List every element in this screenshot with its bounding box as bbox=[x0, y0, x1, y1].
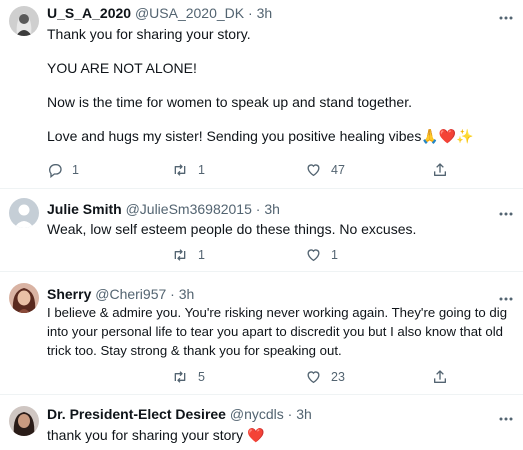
retweet-icon bbox=[174, 164, 186, 176]
tweet-text: thank you for sharing your story ❤️ bbox=[47, 424, 511, 446]
avatar[interactable] bbox=[9, 6, 39, 36]
avatar[interactable] bbox=[9, 198, 39, 228]
author-name[interactable]: Julie Smith bbox=[47, 201, 122, 217]
tweet-line: Weak, low self esteem people do these th… bbox=[47, 221, 417, 237]
author-handle[interactable]: @nycdls bbox=[230, 406, 284, 422]
like-button[interactable]: 1 bbox=[305, 247, 338, 263]
separator: · bbox=[287, 406, 293, 422]
like-icon bbox=[307, 371, 320, 384]
tweet-text: Weak, low self esteem people do these th… bbox=[47, 218, 511, 240]
tweet-text: I believe & admire you. You're risking n… bbox=[47, 303, 511, 360]
tweet-line: thank you for sharing your story ❤️ bbox=[47, 427, 265, 443]
retweet-button[interactable]: 1 bbox=[171, 162, 205, 178]
separator: · bbox=[170, 286, 175, 302]
tweet-actions: 1 1 47 bbox=[47, 162, 467, 180]
retweet-count: 5 bbox=[198, 370, 205, 384]
like-button[interactable]: 47 bbox=[305, 162, 345, 178]
tweet-usa-2020[interactable]: U_S_A_2020 @USA_2020_DK · 3h Thank you f… bbox=[0, 0, 523, 189]
tweet-actions: 1 1 bbox=[47, 247, 467, 265]
author-name[interactable]: Sherry bbox=[47, 286, 91, 302]
like-count: 23 bbox=[331, 370, 345, 384]
tweet-julie-smith[interactable]: Julie Smith @JulieSm36982015 · 3h Weak, … bbox=[0, 189, 523, 272]
reply-button[interactable]: 1 bbox=[47, 162, 79, 178]
tweet-line: Thank you for sharing your story. bbox=[47, 26, 251, 42]
author-name[interactable]: Dr. President-Elect Desiree bbox=[47, 406, 226, 422]
like-button[interactable]: 23 bbox=[305, 369, 345, 385]
tweet-header: U_S_A_2020 @USA_2020_DK · 3h bbox=[47, 5, 272, 21]
tweet-line: YOU ARE NOT ALONE! bbox=[47, 60, 197, 76]
author-handle[interactable]: @USA_2020_DK bbox=[135, 5, 244, 21]
like-icon bbox=[307, 249, 320, 262]
tweet-line: Now is the time for women to speak up an… bbox=[47, 94, 412, 110]
avatar[interactable] bbox=[9, 283, 39, 313]
tweet-text: Thank you for sharing your story. YOU AR… bbox=[47, 23, 511, 147]
tweet-sherry[interactable]: Sherry @Cheri957 · 3h I believe & admire… bbox=[0, 272, 523, 395]
like-count: 1 bbox=[331, 248, 338, 262]
timestamp[interactable]: 3h bbox=[179, 286, 195, 302]
reply-count: 1 bbox=[72, 163, 79, 177]
tweet-header: Sherry @Cheri957 · 3h bbox=[47, 286, 194, 302]
timestamp[interactable]: 3h bbox=[264, 201, 280, 217]
tweet-line: Love and hugs my sister! Sending you pos… bbox=[47, 128, 474, 144]
author-handle[interactable]: @Cheri957 bbox=[95, 286, 166, 302]
tweet-line: I believe & admire you. You're risking n… bbox=[47, 305, 508, 358]
share-icon bbox=[434, 370, 446, 383]
tweet-header: Julie Smith @JulieSm36982015 · 3h bbox=[47, 201, 280, 217]
author-handle[interactable]: @JulieSm36982015 bbox=[126, 201, 252, 217]
reply-icon bbox=[49, 164, 62, 178]
retweet-icon bbox=[174, 371, 186, 383]
tweet-desiree[interactable]: Dr. President-Elect Desiree @nycdls · 3h… bbox=[0, 395, 523, 450]
retweet-icon bbox=[174, 249, 186, 261]
timestamp[interactable]: 3h bbox=[257, 5, 273, 21]
share-button[interactable] bbox=[432, 369, 448, 385]
retweet-button[interactable]: 5 bbox=[171, 369, 205, 385]
more-options-icon[interactable] bbox=[498, 9, 514, 20]
tweet-header: Dr. President-Elect Desiree @nycdls · 3h bbox=[47, 406, 312, 422]
separator: · bbox=[248, 5, 253, 21]
retweet-count: 1 bbox=[198, 163, 205, 177]
separator: · bbox=[255, 201, 261, 217]
share-button[interactable] bbox=[432, 162, 448, 178]
more-options-icon[interactable] bbox=[498, 410, 514, 421]
retweet-count: 1 bbox=[198, 248, 205, 262]
like-count: 47 bbox=[331, 163, 345, 177]
avatar[interactable] bbox=[9, 406, 39, 436]
more-options-icon[interactable] bbox=[498, 290, 514, 301]
retweet-button[interactable]: 1 bbox=[171, 247, 205, 263]
tweet-actions: 5 23 bbox=[47, 369, 467, 387]
like-icon bbox=[307, 164, 320, 177]
author-name[interactable]: U_S_A_2020 bbox=[47, 5, 131, 21]
more-options-icon[interactable] bbox=[498, 205, 514, 216]
share-icon bbox=[434, 163, 446, 176]
timestamp[interactable]: 3h bbox=[296, 406, 312, 422]
